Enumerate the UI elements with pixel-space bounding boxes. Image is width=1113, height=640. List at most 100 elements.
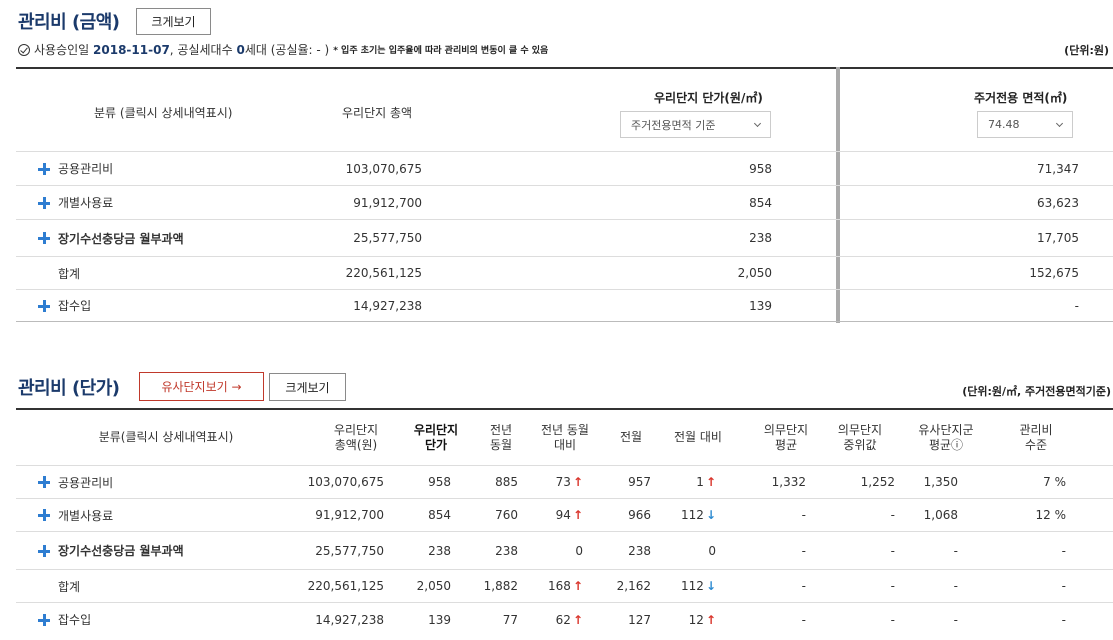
chevron-down-icon — [1055, 119, 1064, 128]
row-prev-year: 885 — [495, 475, 518, 489]
enlarge-button-2[interactable]: 크게보기 — [269, 373, 346, 401]
area-select[interactable]: 74.48 — [977, 111, 1073, 138]
amount-table: 분류 (클릭시 상세내역표시) 우리단지 총액 우리단지 단가(원/㎡) 주거전… — [16, 67, 1113, 323]
plus-icon[interactable] — [38, 162, 50, 175]
row-mandatory-median: - — [890, 579, 895, 593]
row-prev-month: 2,162 — [616, 579, 651, 593]
unit-label-2: (단위:원/㎡, 주거전용면적기준) — [962, 385, 1111, 398]
row-label: 개별사용료 — [58, 508, 114, 523]
arrow-up-icon: ↑ — [572, 508, 583, 522]
row-yoy: 0 — [575, 543, 583, 558]
households-suffix: 세대 (공실율: - ) — [244, 43, 330, 57]
row-label: 장기수선충당금 월부과액 — [58, 544, 184, 558]
row-unit-price: 2,050 — [737, 266, 772, 280]
table-row[interactable]: 장기수선충당금 월부과액 25,577,750 238 238 0 238 0 … — [16, 531, 1113, 569]
row-prev-month: 127 — [628, 612, 651, 627]
row-mom: 0 — [708, 543, 716, 558]
section1-title: 관리비 (금액) — [18, 12, 120, 33]
row-unit: 238 — [428, 543, 451, 558]
row-mandatory-avg: - — [801, 579, 806, 593]
row-total: 14,927,238 — [315, 612, 384, 627]
header-unit-price: 우리단지 단가(원/㎡) — [654, 91, 763, 105]
unit-label-1: (단위:원) — [1064, 44, 1109, 57]
row-unit-price: 238 — [749, 231, 772, 245]
table-row[interactable]: 잡수입 14,927,238 139 77 62 ↑ 127 12 ↑ - - - … — [16, 602, 1113, 636]
header-category: 분류 (클릭시 상세내역표시) — [94, 106, 233, 120]
households-value: 0 — [236, 42, 245, 57]
row-total: 220,561,125 — [345, 266, 422, 280]
header-similar-avg: 유사단지군 평균ⓘ — [918, 422, 974, 452]
row-mom: 12 ↑ — [688, 612, 716, 627]
header-area: 주거전용 면적(㎡) — [974, 91, 1068, 105]
row-mandatory-avg: 1,332 — [771, 475, 806, 489]
row-level: 7 % — [1043, 475, 1066, 489]
row-unit: 854 — [428, 508, 451, 522]
arrow-down-icon: ↓ — [705, 508, 716, 522]
area-select-value: 74.48 — [988, 118, 1020, 131]
row-mandatory-avg: - — [801, 508, 806, 522]
similar-complex-button[interactable]: 유사단지보기 → — [139, 372, 264, 401]
row-mandatory-avg: - — [801, 543, 806, 558]
row-unit-price: 854 — [749, 195, 772, 210]
row-unit: 958 — [428, 475, 451, 489]
row-label: 잡수입 — [58, 299, 92, 313]
row-unit-price: 958 — [749, 161, 772, 176]
row-area-amount: 17,705 — [1037, 231, 1079, 245]
plus-icon[interactable] — [38, 509, 50, 521]
header-prev-year: 전년 동월 — [489, 422, 513, 452]
approval-label: 사용승인일 — [34, 43, 90, 57]
header-total: 우리단지 총액 — [342, 106, 413, 120]
row-similar-avg: 1,350 — [923, 475, 958, 489]
row-mandatory-median: - — [890, 612, 895, 627]
header-total: 우리단지 총액(원) — [333, 422, 379, 452]
row-unit-price: 139 — [749, 298, 772, 313]
row-mandatory-median: - — [890, 543, 895, 558]
unit-basis-select[interactable]: 주거전용면적 기준 — [620, 111, 771, 138]
row-similar-avg: 1,068 — [923, 508, 958, 522]
unit-basis-select-value: 주거전용면적 기준 — [631, 118, 716, 132]
row-similar-avg: - — [953, 543, 958, 558]
plus-icon[interactable] — [38, 476, 50, 488]
plus-icon[interactable] — [38, 544, 50, 557]
table-row: 합계 220,561,125 2,050 1,882 168 ↑ 2,162 11… — [16, 569, 1113, 602]
table-row[interactable]: 개별사용료 91,912,700 854 760 94 ↑ 966 112 ↓ - … — [16, 498, 1113, 531]
notice-text: * 입주 초기는 입주율에 따라 관리비의 변동이 클 수 있음 — [333, 46, 549, 56]
table-row: 합계 220,561,125 2,050 152,675 — [16, 256, 1113, 289]
row-prev-year: 77 — [502, 612, 518, 627]
plus-icon[interactable] — [38, 613, 50, 626]
arrow-up-icon: ↑ — [572, 579, 583, 593]
row-unit: 139 — [428, 612, 451, 627]
header-unit: 우리단지 단가 — [413, 422, 459, 452]
row-label: 공용관리비 — [58, 475, 114, 490]
households-label: , 공실세대수 — [169, 43, 233, 57]
table-row[interactable]: 잡수입 14,927,238 139 - — [16, 289, 1113, 321]
row-mandatory-median: - — [890, 508, 895, 522]
plus-icon[interactable] — [38, 196, 50, 209]
row-level: - — [1061, 612, 1066, 627]
row-prev-year: 760 — [495, 508, 518, 522]
table-row[interactable]: 공용관리비 103,070,675 958 885 73 ↑ 957 1 ↑ 1,3… — [16, 465, 1113, 498]
row-mandatory-median: 1,252 — [860, 475, 895, 489]
row-area-amount: 152,675 — [1029, 266, 1079, 280]
header-prev-month-cmp: 전월 대비 — [674, 430, 722, 444]
row-yoy: 168 ↑ — [548, 579, 583, 593]
row-mandatory-avg: - — [801, 612, 806, 627]
table-row[interactable]: 공용관리비 103,070,675 958 71,347 — [16, 151, 1113, 185]
arrow-up-icon: ↑ — [572, 475, 583, 489]
header-prev-month: 전월 — [619, 430, 643, 444]
row-total: 103,070,675 — [307, 475, 384, 489]
row-yoy: 73 ↑ — [555, 475, 583, 489]
header-level: 관리비 수준 — [1019, 422, 1053, 452]
table-row[interactable]: 장기수선충당금 월부과액 25,577,750 238 17,705 — [16, 219, 1113, 256]
table-row[interactable]: 개별사용료 91,912,700 854 63,623 — [16, 185, 1113, 219]
enlarge-button-1[interactable]: 크게보기 — [136, 8, 211, 35]
plus-icon[interactable] — [38, 299, 50, 312]
row-prev-year: 238 — [495, 543, 518, 558]
arrow-up-icon: ↑ — [572, 612, 583, 627]
row-total: 220,561,125 — [307, 579, 384, 593]
row-prev-year: 1,882 — [483, 579, 518, 593]
plus-icon[interactable] — [38, 232, 50, 244]
row-total: 25,577,750 — [353, 231, 422, 245]
header-category: 분류(클릭시 상세내역표시) — [98, 430, 234, 444]
row-similar-avg: - — [953, 612, 958, 627]
